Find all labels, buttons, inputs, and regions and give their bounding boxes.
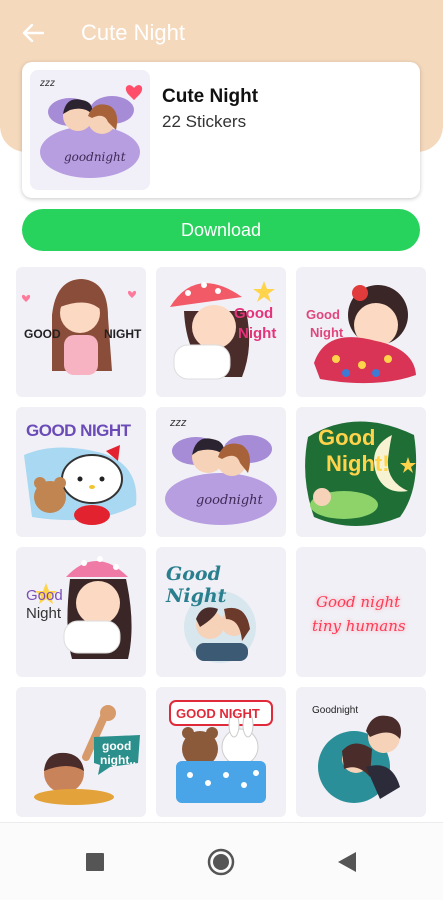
sticker-text: Night (26, 605, 62, 622)
sticker-text: zzz (170, 417, 187, 429)
pack-info-card: goodnight zzz Cute Night 22 Stickers (22, 62, 420, 198)
sticker-cell[interactable]: Good Night! (296, 407, 426, 537)
home-button[interactable] (204, 845, 238, 879)
sticker-text: Good night (316, 593, 401, 611)
thumb-caption: goodnight (64, 150, 126, 164)
sticker-text: Good (234, 305, 274, 322)
back-button[interactable] (16, 18, 50, 48)
sticker-text: goodnight (196, 493, 263, 508)
triangle-back-icon (338, 852, 356, 872)
sticker-cell[interactable]: Good Night (156, 267, 286, 397)
system-nav-bar (0, 822, 443, 900)
sticker-cell[interactable]: GOOD NIGHT (156, 687, 286, 817)
sticker-text: NIGHT (104, 327, 142, 341)
sticker-text: Night! (326, 451, 390, 476)
sticker-grid: GOOD NIGHT Good Night Good Night GOOD NI… (16, 267, 428, 819)
sticker-text: GOOD NIGHT (26, 421, 131, 440)
sticker-text: Good (26, 587, 63, 604)
back-nav-button[interactable] (330, 845, 364, 879)
sticker-cell[interactable]: Good Night (296, 267, 426, 397)
sticker-text: Good (306, 307, 340, 322)
sticker-cell[interactable]: Good Night (156, 547, 286, 677)
sticker-text: GOOD NIGHT (176, 706, 260, 721)
sticker-text: good (102, 739, 132, 753)
download-button[interactable]: Download (22, 209, 420, 251)
sticker-text: Good Night (166, 563, 227, 607)
pack-name: Cute Night (162, 86, 259, 107)
thumb-zzz: zzz (40, 78, 55, 89)
circle-home-icon (207, 848, 235, 876)
sticker-cell[interactable]: Good night tiny humans (296, 547, 426, 677)
sticker-text: night.. (100, 753, 136, 767)
sticker-text: Night (238, 325, 277, 342)
sticker-text: GOOD (24, 327, 61, 341)
recents-button[interactable] (78, 845, 112, 879)
sticker-text: Goodnight (312, 705, 359, 716)
pack-thumbnail: goodnight zzz (30, 70, 150, 190)
sticker-cell[interactable]: GOOD NIGHT (16, 267, 146, 397)
sticker-cell[interactable]: Goodnight (296, 687, 426, 817)
page-title: Cute Night (81, 20, 185, 45)
sticker-count: 22 Stickers (162, 112, 247, 131)
sticker-cell[interactable]: GOOD NIGHT (16, 407, 146, 537)
arrow-left-icon (22, 24, 44, 42)
sticker-cell[interactable]: zzz goodnight (156, 407, 286, 537)
sticker-cell[interactable]: Good Night (16, 547, 146, 677)
square-icon (86, 853, 104, 871)
sticker-text: Night (310, 325, 344, 340)
sticker-text: tiny humans (312, 617, 406, 635)
sticker-cell[interactable]: good night.. (16, 687, 146, 817)
sticker-text: Good (318, 425, 376, 450)
